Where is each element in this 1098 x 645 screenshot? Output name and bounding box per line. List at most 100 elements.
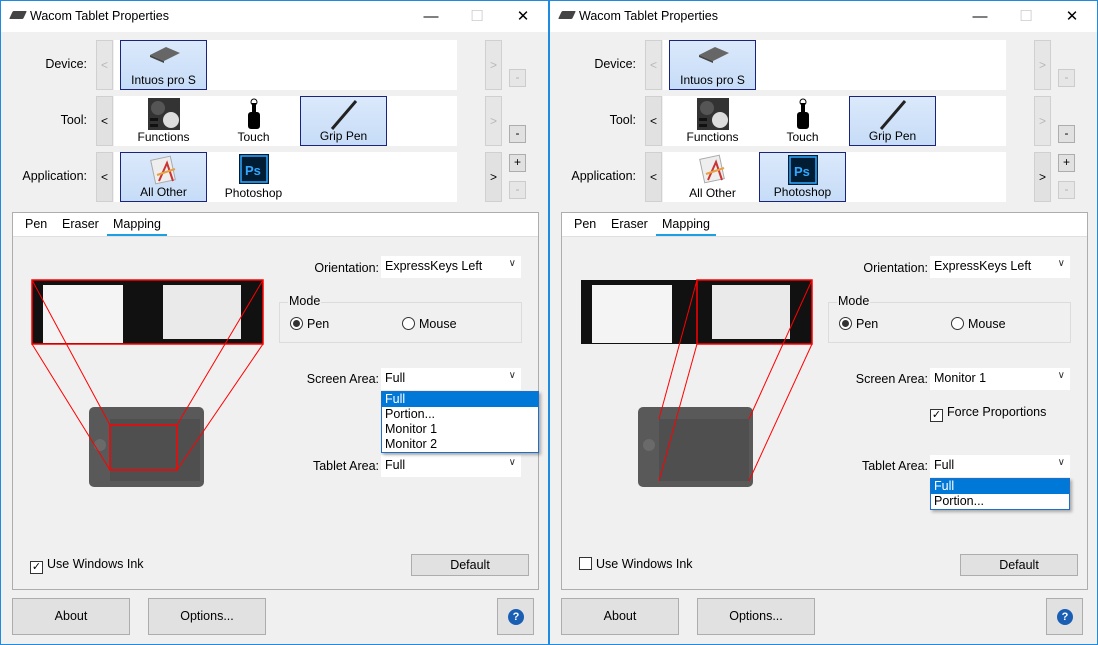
default-button[interactable]: Default [411,554,529,576]
remove-tool-button[interactable]: - [509,125,526,143]
all-other-icon [149,155,176,185]
chevron-down-icon: ∨ [1057,370,1065,381]
wacom-window: Wacom Tablet Properties — ☐ ✕ Device: < … [549,0,1098,645]
minimize-button[interactable]: — [408,1,454,32]
maximize-button[interactable]: ☐ [454,1,500,32]
svg-text:Ps: Ps [794,164,810,179]
application-scroll-right[interactable]: > [485,152,502,202]
tool-item-functions[interactable]: Functions [120,96,207,146]
remove-tool-button[interactable]: - [1058,125,1075,143]
tablet-ring-icon [643,439,655,451]
application-scroll-left[interactable]: < [645,152,662,202]
dropdown-option[interactable]: Portion... [931,494,1069,509]
chevron-down-icon: ∨ [1057,457,1065,468]
tool-item-functions[interactable]: Functions [669,96,756,146]
tool-scroll-right[interactable]: > [1034,96,1051,146]
chevron-down-icon: ∨ [508,457,516,468]
help-button[interactable]: ? [1046,598,1083,635]
use-windows-ink-checkbox[interactable]: ✓ Use Windows Ink [30,557,144,574]
options-button[interactable]: Options... [148,598,266,635]
mode-pen-radio[interactable]: Pen [290,317,329,331]
mode-mouse-radio[interactable]: Mouse [951,317,1006,331]
touch-icon [796,98,809,129]
device-item[interactable]: Intuos pro S [120,40,207,90]
tablet-area-select[interactable]: Full ∨ [930,455,1070,477]
tool-list: Functions Touch Grip Pen [663,96,1006,146]
orientation-select[interactable]: ExpressKeys Left ∨ [930,256,1070,278]
device-scroll-left[interactable]: < [645,40,662,90]
title-bar: Wacom Tablet Properties — ☐ ✕ [1,1,548,32]
device-scroll-right[interactable]: > [1034,40,1051,90]
remove-application-button[interactable]: - [509,181,526,199]
add-application-button[interactable]: + [1058,154,1075,172]
dropdown-option[interactable]: Full [382,392,538,407]
application-item-photoshop[interactable]: Ps Photoshop [759,152,846,202]
all-other-icon [698,154,725,184]
tool-item-touch[interactable]: Touch [759,96,846,146]
device-list: Intuos pro S [663,40,1006,90]
application-scroll-right[interactable]: > [1034,152,1051,202]
help-button[interactable]: ? [497,598,534,635]
checkbox-icon: ✓ [30,561,43,574]
device-item[interactable]: Intuos pro S [669,40,756,90]
wacom-tablet-icon [9,11,27,19]
device-scroll-left[interactable]: < [96,40,113,90]
application-scroll-left[interactable]: < [96,152,113,202]
tablet-device-icon [149,47,180,63]
about-button[interactable]: About [12,598,130,635]
orientation-label: Orientation: [863,261,928,275]
tool-scroll-left[interactable]: < [96,96,113,146]
chevron-down-icon: ∨ [508,258,516,269]
screen-window-thumbnail [592,285,672,343]
add-application-button[interactable]: + [509,154,526,172]
application-item-all-other[interactable]: All Other [669,152,756,202]
settings-panel: Pen Eraser Mapping Orientation: ExpressK… [12,212,539,590]
default-button[interactable]: Default [960,554,1078,576]
tablet-device-icon [698,47,729,63]
tablet-active-area [110,419,200,481]
screen-area-select[interactable]: Monitor 1 ∨ [930,368,1070,390]
screen-area-dropdown[interactable]: Full Portion... Monitor 1 Monitor 2 [381,391,539,453]
application-item-photoshop[interactable]: Ps Photoshop [210,152,297,202]
tool-scroll-right[interactable]: > [485,96,502,146]
touch-icon [247,98,260,129]
screen-window-thumbnail [712,285,790,339]
close-button[interactable]: ✕ [1049,1,1095,32]
remove-device-button[interactable]: - [509,69,526,87]
maximize-button[interactable]: ☐ [1003,1,1049,32]
application-item-all-other[interactable]: All Other [120,152,207,202]
close-button[interactable]: ✕ [500,1,546,32]
tool-item-touch[interactable]: Touch [210,96,297,146]
window-title: Wacom Tablet Properties [579,9,718,23]
mode-group: Mode Pen Mouse [828,294,1071,343]
dropdown-option[interactable]: Portion... [382,407,538,422]
tablet-area-dropdown[interactable]: Full Portion... [930,478,1070,510]
radio-selected-icon [290,317,303,330]
force-proportions-checkbox[interactable]: ✓ Force Proportions [930,405,1046,422]
screen-window-thumbnail [163,285,241,339]
application-list: All Other Ps Photoshop [663,152,1006,202]
functions-icon [696,98,729,130]
device-list: Intuos pro S [114,40,457,90]
remove-application-button[interactable]: - [1058,181,1075,199]
screen-area-select[interactable]: Full ∨ [381,368,521,390]
tool-item-grip-pen[interactable]: Grip Pen [300,96,387,146]
options-button[interactable]: Options... [697,598,815,635]
grip-pen-icon [330,100,357,130]
about-button[interactable]: About [561,598,679,635]
minimize-button[interactable]: — [957,1,1003,32]
dropdown-option[interactable]: Full [931,479,1069,494]
tablet-area-select[interactable]: Full ∨ [381,455,521,477]
remove-device-button[interactable]: - [1058,69,1075,87]
screen-area-label: Screen Area: [306,372,379,386]
dropdown-option[interactable]: Monitor 1 [382,422,538,437]
device-scroll-right[interactable]: > [485,40,502,90]
mode-pen-radio[interactable]: Pen [839,317,878,331]
orientation-select[interactable]: ExpressKeys Left ∨ [381,256,521,278]
tablet-area-label: Tablet Area: [861,459,928,473]
tool-scroll-left[interactable]: < [645,96,662,146]
tool-item-grip-pen[interactable]: Grip Pen [849,96,936,146]
use-windows-ink-checkbox[interactable]: Use Windows Ink [579,557,693,571]
mode-mouse-radio[interactable]: Mouse [402,317,457,331]
dropdown-option[interactable]: Monitor 2 [382,437,538,452]
